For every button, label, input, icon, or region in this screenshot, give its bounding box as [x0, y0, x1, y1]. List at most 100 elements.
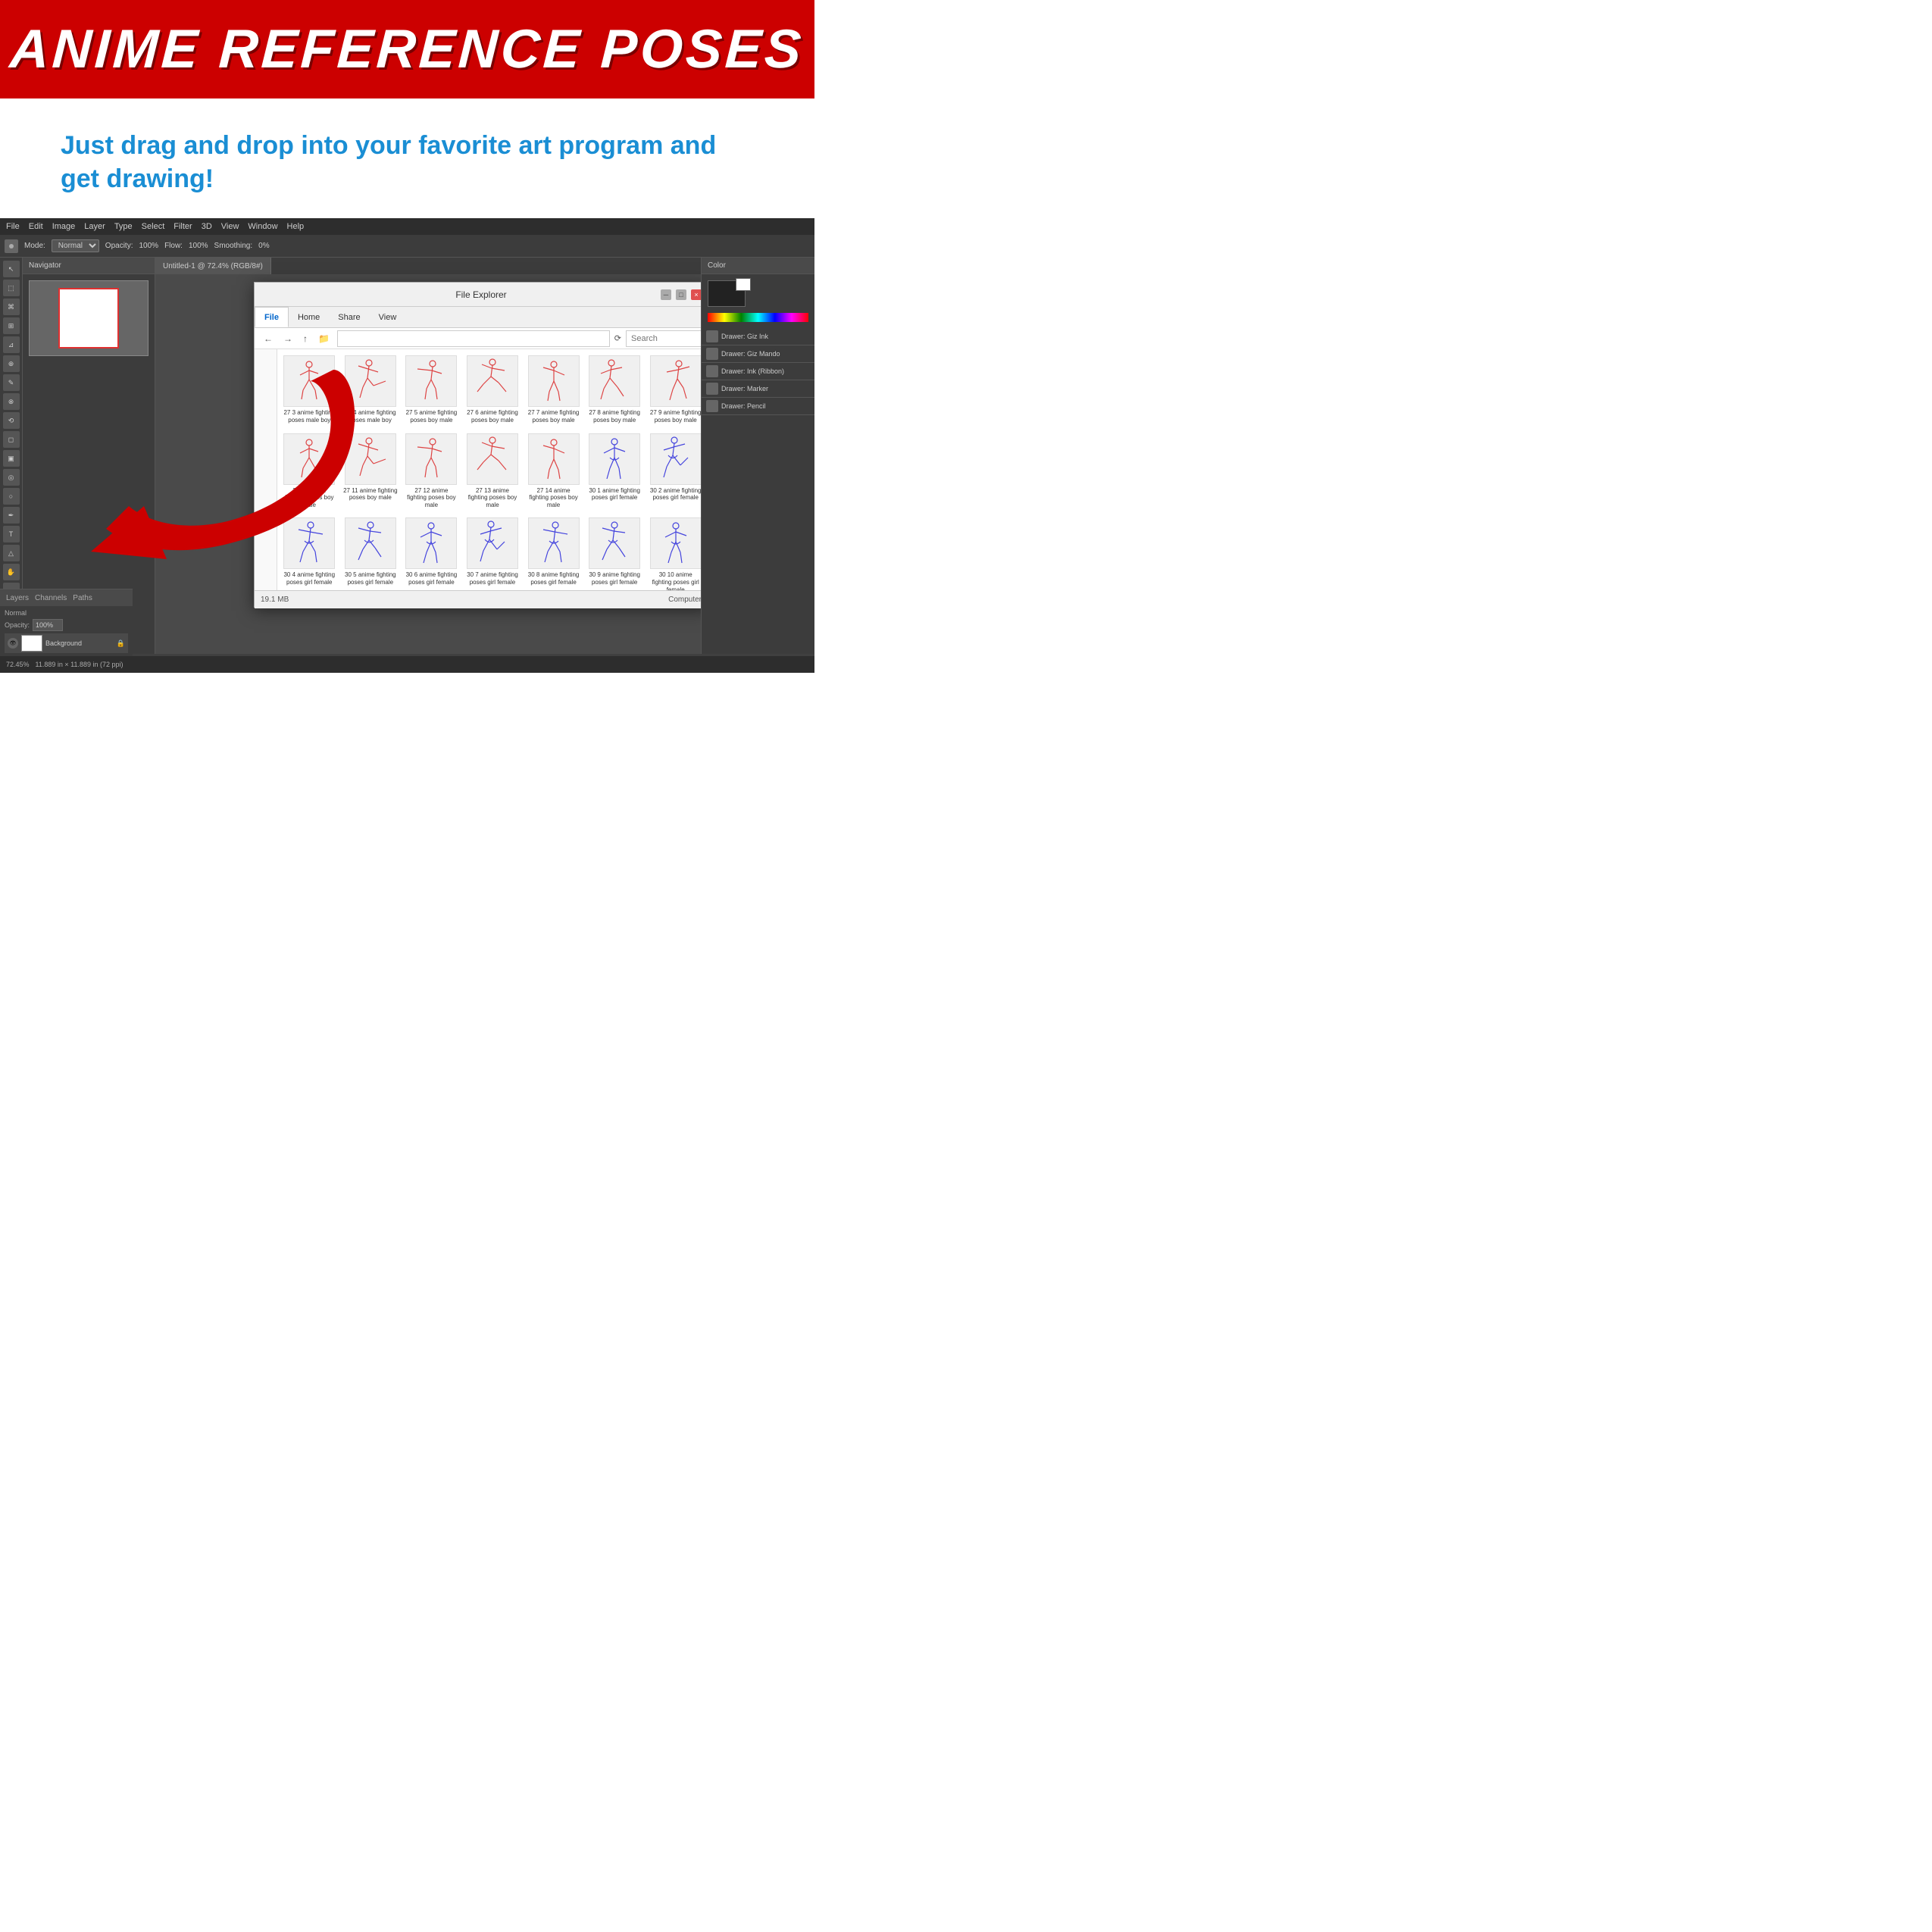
ps-type-tool[interactable]: T	[3, 526, 20, 542]
ps-pen-tool[interactable]: ✒	[3, 507, 20, 524]
file-label: 27 14 anime fighting poses boy male	[527, 487, 581, 509]
file-item[interactable]: 27 4 anime fighting poses male boy	[342, 352, 400, 427]
fe-up-btn[interactable]: ↑	[300, 332, 311, 345]
ps-drawer-giz-mando[interactable]: Drawer: Giz Mando	[702, 345, 814, 363]
fe-refresh-btn[interactable]: ⟳	[614, 333, 621, 343]
file-item[interactable]: 30 6 anime fighting poses girl female	[402, 514, 461, 590]
file-label: 30 4 anime fighting poses girl female	[282, 571, 336, 586]
ps-menu-3d[interactable]: 3D	[202, 222, 212, 231]
ps-layers-tab[interactable]: Layers	[6, 594, 29, 602]
fe-close-btn[interactable]: ×	[691, 289, 701, 300]
ps-drawer-pencil[interactable]: Drawer: Pencil	[702, 398, 814, 415]
file-thumbnail	[283, 433, 335, 485]
file-thumbnail	[589, 517, 640, 569]
fe-tab-home[interactable]: Home	[289, 307, 329, 327]
ps-menu-type[interactable]: Type	[114, 222, 133, 231]
fe-titlebar: File Explorer ─ □ ×	[255, 283, 701, 307]
fe-tab-share[interactable]: Share	[329, 307, 369, 327]
ps-mode-dropdown[interactable]: Normal	[52, 239, 99, 252]
ps-navigator-panel: Navigator Layers Channels Paths Normal O…	[23, 258, 155, 654]
file-thumbnail	[589, 355, 640, 407]
ps-history-tool[interactable]: ⟲	[3, 412, 20, 429]
file-item[interactable]: 27 5 anime fighting poses boy male	[402, 352, 461, 427]
file-item[interactable]: 30 7 anime fighting poses girl female	[464, 514, 522, 590]
file-item[interactable]: 27 13 anime fighting poses boy male	[464, 430, 522, 512]
fe-window-controls: ─ □ ×	[661, 289, 701, 300]
file-item[interactable]: 27 8 anime fighting poses boy male	[586, 352, 644, 427]
ps-color-swatch[interactable]	[708, 280, 746, 307]
file-label: 27 8 anime fighting poses boy male	[587, 409, 642, 424]
ps-heal-tool[interactable]: ⊕	[3, 355, 20, 372]
file-item[interactable]: 27 7 anime fighting poses boy male	[524, 352, 583, 427]
file-item[interactable]: 27 11 anime fighting poses boy male	[342, 430, 400, 512]
file-item[interactable]: 27 10 anime fighting poses boy male	[280, 430, 339, 512]
file-item[interactable]: 30 2 anime fighting poses girl female	[646, 430, 701, 512]
ps-drawer-ink-ribbon[interactable]: Drawer: Ink (Ribbon)	[702, 363, 814, 380]
fe-forward-btn[interactable]: →	[280, 332, 295, 345]
ps-menu-file[interactable]: File	[6, 222, 20, 231]
ps-canvas-center: Untitled-1 @ 72.4% (RGB/8#) File Explore…	[155, 258, 701, 654]
ps-document-tab-label: Untitled-1 @ 72.4% (RGB/8#)	[163, 262, 263, 270]
file-item[interactable]: 30 10 anime fighting poses girl female	[646, 514, 701, 590]
file-item[interactable]: 27 12 anime fighting poses boy male	[402, 430, 461, 512]
ps-lasso-tool[interactable]: ⌘	[3, 299, 20, 315]
file-thumbnail	[283, 355, 335, 407]
fe-minimize-btn[interactable]: ─	[661, 289, 671, 300]
ps-select-tool[interactable]: ⬚	[3, 280, 20, 296]
file-item[interactable]: 30 1 anime fighting poses girl female	[586, 430, 644, 512]
ps-document-tab[interactable]: Untitled-1 @ 72.4% (RGB/8#)	[155, 258, 271, 274]
fe-maximize-btn[interactable]: □	[676, 289, 686, 300]
ps-clone-tool[interactable]: ⊗	[3, 393, 20, 410]
ps-blur-tool[interactable]: ◎	[3, 469, 20, 486]
file-item[interactable]: 27 9 anime fighting poses boy male	[646, 352, 701, 427]
file-item[interactable]: 30 5 anime fighting poses girl female	[342, 514, 400, 590]
ps-crop-tool[interactable]: ⊞	[3, 317, 20, 334]
file-item[interactable]: 27 3 anime fighting poses male boy	[280, 352, 339, 427]
ps-smoothing-label: Smoothing:	[214, 242, 253, 250]
ps-hand-tool[interactable]: ✋	[3, 564, 20, 580]
ps-brush-tool[interactable]: ✎	[3, 374, 20, 391]
file-item[interactable]: 30 9 anime fighting poses girl female	[586, 514, 644, 590]
ps-paths-tab[interactable]: Paths	[73, 594, 92, 602]
ps-menu-select[interactable]: Select	[142, 222, 165, 231]
ps-gradient-tool[interactable]: ▣	[3, 450, 20, 467]
file-thumbnail	[405, 517, 457, 569]
ps-eyedropper-tool[interactable]: ⊿	[3, 336, 20, 353]
ps-layer-opacity-input[interactable]	[33, 619, 63, 631]
ps-menu-filter[interactable]: Filter	[174, 222, 192, 231]
fe-address-input[interactable]	[337, 330, 610, 347]
fe-back-btn[interactable]: ←	[261, 332, 276, 345]
ps-dodge-tool[interactable]: ○	[3, 488, 20, 505]
ps-move-tool[interactable]: ↖	[3, 261, 20, 277]
ps-options-bar: Mode: Normal Opacity: 100% Flow: 100% Sm…	[0, 235, 814, 258]
file-item[interactable]: 30 8 anime fighting poses girl female	[524, 514, 583, 590]
ps-color-panel-header: Color	[702, 258, 814, 274]
ps-mode-label: Mode:	[24, 242, 45, 250]
ps-eraser-tool[interactable]: ◻	[3, 431, 20, 448]
fe-search-input[interactable]	[626, 330, 701, 347]
ps-menu-window[interactable]: Window	[248, 222, 277, 231]
file-thumbnail	[405, 355, 457, 407]
file-item[interactable]: 27 14 anime fighting poses boy male	[524, 430, 583, 512]
ps-shape-tool[interactable]: △	[3, 545, 20, 561]
file-item[interactable]: 30 4 anime fighting poses girl female	[280, 514, 339, 590]
ps-drawer-giz-ink[interactable]: Drawer: Giz Ink	[702, 328, 814, 345]
ps-menu-help[interactable]: Help	[287, 222, 305, 231]
ps-menu-image[interactable]: Image	[52, 222, 76, 231]
ps-layer-thumb	[21, 635, 42, 652]
subtitle-section: Just drag and drop into your favorite ar…	[0, 98, 814, 218]
ps-layer-eye-icon[interactable]: 👁	[8, 638, 18, 649]
file-label: 30 9 anime fighting poses girl female	[587, 571, 642, 586]
ps-drawer-marker[interactable]: Drawer: Marker	[702, 380, 814, 398]
file-thumbnail	[283, 517, 335, 569]
ps-layer-background[interactable]: 👁 Background 🔒	[5, 633, 128, 653]
ps-menu-layer[interactable]: Layer	[84, 222, 105, 231]
fe-tab-file[interactable]: File	[255, 307, 289, 327]
ps-menu-edit[interactable]: Edit	[29, 222, 43, 231]
ps-drawer-label: Drawer: Giz Mando	[721, 350, 780, 358]
ps-channels-tab[interactable]: Channels	[35, 594, 67, 602]
ps-menu-view[interactable]: View	[221, 222, 239, 231]
fe-tab-view[interactable]: View	[370, 307, 406, 327]
file-item[interactable]: 27 6 anime fighting poses boy male	[464, 352, 522, 427]
fe-computer-label: Computer	[668, 596, 701, 604]
